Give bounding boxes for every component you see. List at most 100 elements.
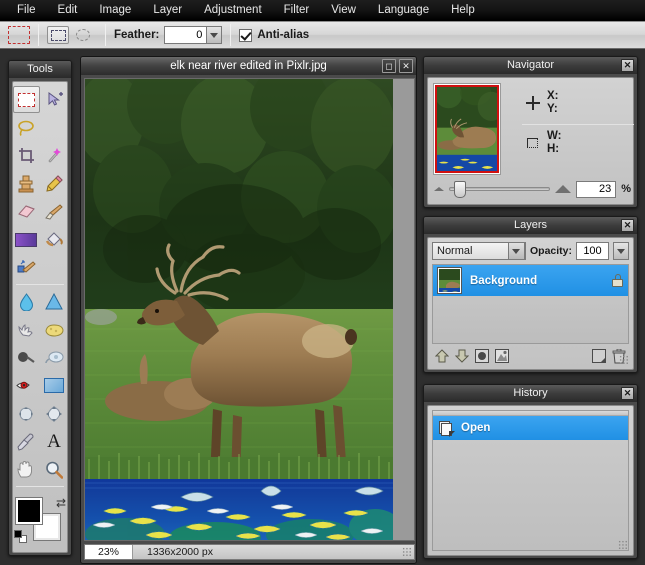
sharpen-tool[interactable] bbox=[41, 288, 68, 315]
red-eye-tool[interactable] bbox=[13, 372, 40, 399]
history-list[interactable]: Open bbox=[432, 410, 629, 551]
canvas-viewport[interactable] bbox=[84, 78, 415, 541]
menu-item-filter[interactable]: Filter bbox=[273, 1, 321, 19]
document-title-bar[interactable]: elk near river edited in Pixlr.jpg ◻ ✕ bbox=[81, 57, 416, 75]
doodle-tool[interactable] bbox=[41, 372, 68, 399]
zoom-slider-handle[interactable] bbox=[454, 181, 466, 198]
menu-item-help[interactable]: Help bbox=[440, 1, 486, 19]
anti-alias-checkbox[interactable] bbox=[239, 28, 253, 42]
large-triangle-icon[interactable] bbox=[555, 185, 572, 193]
history-panel-title: History ✕ bbox=[424, 385, 637, 402]
layer-row[interactable]: Background bbox=[433, 265, 628, 296]
magic-wand-tool[interactable] bbox=[41, 142, 68, 169]
layer-blend-row: Normal Opacity: 100 bbox=[432, 242, 629, 260]
close-icon[interactable]: ✕ bbox=[621, 59, 634, 72]
menu-item-language[interactable]: Language bbox=[367, 1, 440, 19]
crop-tool[interactable] bbox=[13, 142, 40, 169]
smudge-tool[interactable] bbox=[13, 316, 40, 343]
feather-input[interactable]: 0 bbox=[164, 26, 207, 44]
opacity-dropdown-button[interactable] bbox=[613, 242, 629, 260]
hand-tool[interactable] bbox=[13, 456, 40, 483]
rectangular-marquee-tool[interactable] bbox=[12, 86, 40, 113]
layer-styles-button[interactable] bbox=[494, 348, 510, 364]
menu-item-edit[interactable]: Edit bbox=[47, 1, 89, 19]
history-item[interactable]: Open bbox=[433, 416, 628, 440]
gradient-fill-tool[interactable] bbox=[13, 226, 40, 253]
tools-divider-1 bbox=[16, 284, 64, 285]
document-title: elk near river edited in Pixlr.jpg bbox=[170, 60, 327, 72]
feather-dropdown-button[interactable] bbox=[206, 26, 223, 44]
move-layer-down-button[interactable] bbox=[454, 348, 470, 364]
swap-colors-icon[interactable]: ⇄ bbox=[56, 496, 66, 510]
navigator-zoom-input[interactable]: 23 bbox=[576, 180, 617, 198]
pinch-tool[interactable] bbox=[13, 400, 40, 427]
close-icon[interactable]: ✕ bbox=[399, 59, 413, 73]
text-a-icon: A bbox=[47, 431, 61, 452]
blur-tool[interactable] bbox=[13, 288, 40, 315]
small-triangle-icon[interactable] bbox=[434, 187, 444, 191]
resize-grip-icon[interactable] bbox=[619, 355, 629, 365]
replace-color-tool[interactable] bbox=[13, 254, 40, 281]
layer-list[interactable]: Background bbox=[432, 264, 629, 344]
navigator-readouts: X: Y: W: H: bbox=[526, 90, 561, 170]
dodge-tool[interactable] bbox=[41, 344, 68, 371]
layers-panel-body: Normal Opacity: 100 Background bbox=[427, 237, 634, 370]
sponge-tool[interactable] bbox=[41, 316, 68, 343]
bloat-tool[interactable] bbox=[41, 400, 68, 427]
open-document-icon bbox=[439, 420, 455, 437]
stamp-icon bbox=[18, 175, 34, 192]
options-divider-3 bbox=[230, 24, 232, 46]
paint-bucket-icon bbox=[45, 231, 63, 246]
zoom-slider[interactable] bbox=[449, 181, 551, 198]
brush-tool[interactable] bbox=[41, 198, 68, 225]
chevron-down-icon[interactable] bbox=[507, 242, 525, 260]
tools-panel-body: A ⇄ bbox=[12, 81, 68, 553]
lasso-tool[interactable] bbox=[13, 114, 40, 141]
new-layer-button[interactable] bbox=[591, 348, 607, 364]
status-zoom-level[interactable]: 23% bbox=[85, 545, 133, 559]
burn-tool[interactable] bbox=[13, 344, 40, 371]
color-picker-tool[interactable] bbox=[13, 428, 40, 455]
layer-thumbnail bbox=[437, 267, 462, 294]
reset-colors-icon[interactable] bbox=[14, 530, 27, 543]
history-panel-body: Open bbox=[427, 405, 634, 556]
layers-panel: Layers ✕ Normal Opacity: 100 Background bbox=[423, 216, 638, 373]
zoom-tool[interactable] bbox=[41, 456, 68, 483]
menu-item-view[interactable]: View bbox=[320, 1, 367, 19]
move-tool[interactable] bbox=[41, 86, 68, 113]
status-dimensions: 1336x2000 px bbox=[147, 546, 213, 558]
maximize-icon[interactable]: ◻ bbox=[382, 59, 396, 73]
canvas-image[interactable] bbox=[85, 79, 393, 540]
menu-item-file[interactable]: File bbox=[6, 1, 47, 19]
layer-mask-button[interactable] bbox=[474, 348, 490, 364]
elliptical-selection-button[interactable] bbox=[72, 26, 94, 44]
blend-mode-select[interactable]: Normal bbox=[432, 242, 526, 260]
navigator-panel-body: X: Y: W: H: 23 % bbox=[427, 77, 634, 205]
tools-divider-2 bbox=[16, 486, 64, 487]
navigator-divider bbox=[522, 124, 634, 125]
opacity-input[interactable]: 100 bbox=[576, 242, 609, 260]
marquee-icon bbox=[17, 92, 35, 107]
menu-item-layer[interactable]: Layer bbox=[142, 1, 193, 19]
tools-panel-title: Tools bbox=[9, 61, 71, 78]
rectangular-selection-button[interactable] bbox=[47, 26, 69, 44]
foreground-color-swatch[interactable] bbox=[15, 497, 43, 525]
menu-item-image[interactable]: Image bbox=[88, 1, 142, 19]
anti-alias-option[interactable]: Anti-alias bbox=[239, 28, 309, 42]
menu-item-adjustment[interactable]: Adjustment bbox=[193, 1, 273, 19]
triangle-icon bbox=[45, 293, 63, 310]
resize-grip-icon[interactable] bbox=[618, 540, 628, 550]
close-icon[interactable]: ✕ bbox=[621, 387, 634, 400]
close-icon[interactable]: ✕ bbox=[621, 219, 634, 232]
type-tool[interactable]: A bbox=[41, 428, 68, 455]
waterdrop-icon bbox=[19, 292, 33, 311]
paint-bucket-tool[interactable] bbox=[41, 226, 68, 253]
pencil-tool[interactable] bbox=[41, 170, 68, 197]
sponge-icon bbox=[45, 323, 64, 337]
eraser-tool[interactable] bbox=[13, 198, 40, 225]
move-layer-up-button[interactable] bbox=[434, 348, 450, 364]
clone-stamp-tool[interactable] bbox=[13, 170, 40, 197]
tool-options-bar: Feather: 0 Anti-alias bbox=[0, 21, 645, 49]
resize-grip-icon[interactable] bbox=[402, 547, 412, 557]
navigator-thumbnail[interactable] bbox=[433, 83, 501, 175]
